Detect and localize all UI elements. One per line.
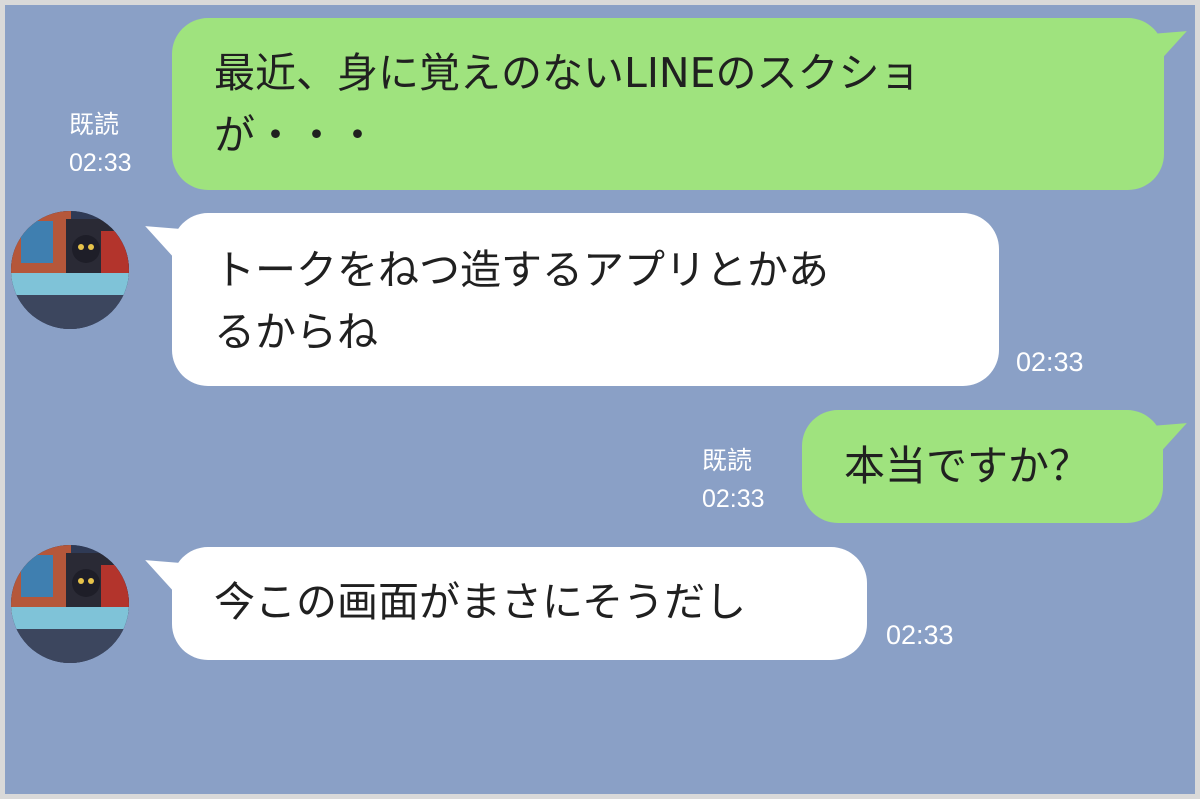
avatar[interactable] (11, 545, 129, 663)
avatar-image (11, 211, 129, 329)
message-bubble-outgoing[interactable]: 最近、身に覚えのないLINEのスクショ が・・・ (172, 18, 1164, 190)
avatar[interactable] (11, 211, 129, 329)
message-text-line: が・・・ (214, 111, 378, 159)
read-receipt: 既読 (702, 447, 753, 475)
message-text-line: るからね (214, 308, 378, 356)
message-time: 02:33 (1016, 347, 1084, 377)
message-bubble-incoming[interactable]: トークをねつ造するアプリとかあ るからね (172, 213, 999, 386)
message-time: 02:33 (702, 485, 765, 513)
message-meta: 既読 02:33 (702, 442, 765, 518)
chat-area[interactable]: 既読 02:33 最近、身に覚えのないLINEのスクショ が・・・ トークをねつ… (5, 5, 1195, 794)
message-bubble-incoming[interactable]: 今この画面がまさにそうだし (172, 547, 867, 660)
message-text-line: トークをねつ造するアプリとかあ (214, 246, 829, 294)
avatar-image (11, 545, 129, 663)
message-time: 02:33 (886, 620, 954, 650)
message-time: 02:33 (69, 149, 132, 177)
message-text-line: 最近、身に覚えのないLINEのスクショ (214, 49, 921, 97)
message-bubble-outgoing[interactable]: 本当ですか？ (802, 410, 1163, 523)
message-meta: 既読 02:33 (69, 106, 132, 182)
read-receipt: 既読 (69, 111, 120, 139)
message-text-line: 本当ですか？ (844, 442, 1090, 490)
message-text-line: 今この画面がまさにそうだし (214, 578, 747, 626)
